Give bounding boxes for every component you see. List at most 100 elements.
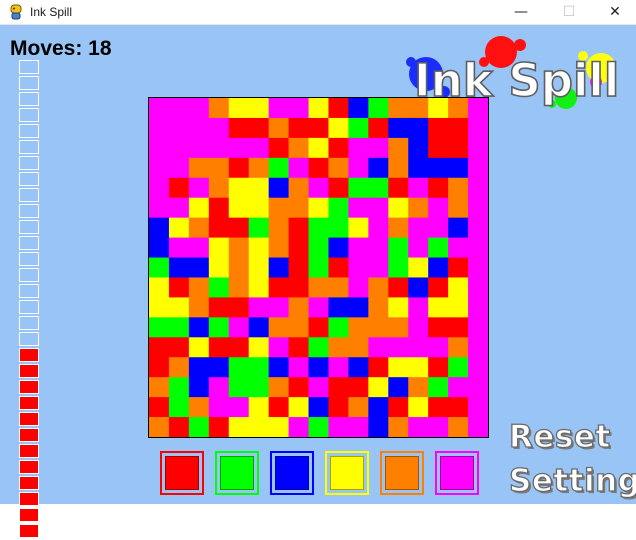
- palette-yellow-button[interactable]: [325, 451, 369, 495]
- board-cell: [388, 297, 409, 318]
- board-cell: [149, 317, 170, 338]
- board-cell: [288, 177, 310, 199]
- moves-bar-cell: [19, 300, 39, 314]
- board-cell: [448, 397, 469, 418]
- board-cell: [468, 197, 488, 219]
- palette-green-button[interactable]: [215, 451, 259, 495]
- moves-bar-cell: [19, 396, 39, 410]
- board-cell: [208, 137, 230, 159]
- board-cell: [268, 177, 290, 199]
- board-cell: [348, 317, 369, 338]
- palette-orange-button[interactable]: [380, 451, 424, 495]
- board-cell: [408, 317, 429, 338]
- board-cell: [268, 277, 290, 299]
- board-cell: [208, 217, 230, 239]
- board-cell: [468, 297, 488, 318]
- board-cell: [308, 377, 330, 398]
- board-cell: [288, 357, 310, 378]
- board-cell: [428, 117, 449, 139]
- board-cell: [248, 177, 270, 199]
- moves-bar-cell: [19, 76, 39, 90]
- board-cell: [149, 117, 170, 139]
- board-cell: [149, 177, 170, 199]
- board-cell: [388, 397, 409, 418]
- board-cell: [208, 237, 230, 259]
- board-cell: [348, 197, 369, 219]
- board-cell: [448, 417, 469, 437]
- board-cell: [248, 297, 270, 318]
- board-cell: [368, 98, 389, 119]
- moves-bar-cell: [19, 444, 39, 458]
- board-cell: [208, 197, 230, 219]
- board-cell: [468, 137, 488, 159]
- board-cell: [468, 317, 488, 338]
- board-cell: [408, 297, 429, 318]
- board-cell: [288, 197, 310, 219]
- board-cell: [468, 417, 488, 437]
- board-cell: [468, 337, 488, 358]
- moves-bar-cell: [19, 380, 39, 394]
- board-cell: [248, 117, 270, 139]
- board-cell: [368, 377, 389, 398]
- board-cell: [168, 357, 190, 378]
- palette-red-button[interactable]: [160, 451, 204, 495]
- board-cell: [248, 377, 270, 398]
- board-cell: [368, 317, 389, 338]
- board-cell: [448, 117, 469, 139]
- board-cell: [288, 277, 310, 299]
- board-cell: [348, 137, 369, 159]
- board-cell: [348, 337, 369, 358]
- board-cell: [268, 137, 290, 159]
- board-cell: [348, 377, 369, 398]
- moves-bar-cell: [19, 412, 39, 426]
- board-cell: [388, 417, 409, 437]
- board-cell: [408, 217, 429, 239]
- board-cell: [408, 337, 429, 358]
- board-cell: [388, 317, 409, 338]
- game-board[interactable]: [148, 97, 489, 438]
- palette-swatch: [385, 456, 419, 490]
- board-cell: [228, 317, 250, 338]
- close-button[interactable]: ✕: [592, 0, 636, 24]
- board-cell: [308, 237, 330, 259]
- board-cell: [208, 337, 230, 358]
- moves-bar-cell: [19, 316, 39, 330]
- board-cell: [328, 377, 350, 398]
- board-cell: [168, 137, 190, 159]
- board-cell: [168, 277, 190, 299]
- board-cell: [149, 277, 170, 299]
- board-cell: [228, 337, 250, 358]
- maximize-button[interactable]: ☐: [546, 0, 592, 24]
- board-cell: [328, 417, 350, 437]
- board-cell: [368, 357, 389, 378]
- board-cell: [228, 357, 250, 378]
- board-cell: [368, 217, 389, 239]
- board-cell: [168, 317, 190, 338]
- board-cell: [448, 157, 469, 179]
- settings-button[interactable]: Settings: [508, 462, 636, 499]
- board-cell: [468, 277, 488, 299]
- board-cell: [248, 197, 270, 219]
- board-cell: [428, 317, 449, 338]
- board-cell: [288, 317, 310, 338]
- board-cell: [388, 237, 409, 259]
- board-cell: [308, 297, 330, 318]
- board-cell: [288, 377, 310, 398]
- board-cell: [149, 197, 170, 219]
- board-cell: [268, 197, 290, 219]
- board-cell: [248, 98, 270, 119]
- board-cell: [188, 257, 210, 279]
- minimize-button[interactable]: —: [498, 0, 544, 24]
- board-cell: [149, 98, 170, 119]
- board-cell: [368, 177, 389, 199]
- moves-bar-cell: [19, 364, 39, 378]
- board-cell: [268, 397, 290, 418]
- reset-button[interactable]: Reset: [508, 418, 611, 455]
- palette-magenta-button[interactable]: [435, 451, 479, 495]
- board-cell: [328, 117, 350, 139]
- board-cell: [368, 297, 389, 318]
- board-cell: [288, 237, 310, 259]
- board-cell: [388, 137, 409, 159]
- board-cell: [328, 157, 350, 179]
- palette-blue-button[interactable]: [270, 451, 314, 495]
